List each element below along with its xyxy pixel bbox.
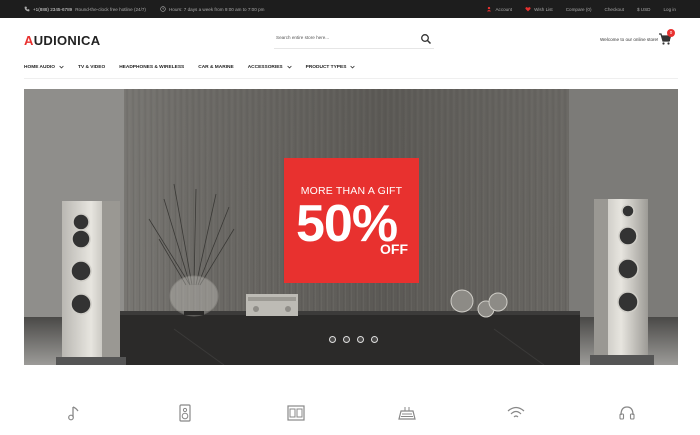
music-note-icon[interactable] <box>65 403 85 423</box>
main-nav: HOME AUDIO TV & VIDEO HEADPHONES & WIREL… <box>24 62 369 72</box>
nav-label: HOME AUDIO <box>24 64 56 70</box>
wishlist-label: Wish List <box>534 6 553 12</box>
hours-info: Hours: 7 days a week from 9:00 am to 7:0… <box>160 6 265 12</box>
nav-item-car-marine[interactable]: CAR & MARINE <box>198 65 233 70</box>
nav-label: CAR & MARINE <box>198 64 234 70</box>
logo-text: UDIONICA <box>33 33 101 48</box>
heart-icon <box>525 7 531 12</box>
slider-dot-1[interactable] <box>329 336 336 343</box>
search-form: Search entire store here... <box>274 30 434 49</box>
chevron-down-icon <box>350 65 356 69</box>
nav-divider <box>24 78 678 79</box>
promo-off: OFF <box>380 241 408 257</box>
user-icon <box>487 6 492 12</box>
wifi-icon[interactable] <box>506 403 526 423</box>
phone-number[interactable]: +1(888) 2345-6789 <box>33 7 72 12</box>
chevron-down-icon <box>59 65 64 69</box>
slider-pagination <box>329 336 378 343</box>
chevron-down-icon <box>286 65 292 69</box>
login-link[interactable]: Log in <box>663 7 676 12</box>
nav-label: HEADPHONES & WIRELESS <box>119 64 185 70</box>
currency-select[interactable]: $ USD <box>637 7 651 12</box>
stereo-icon[interactable] <box>286 403 306 423</box>
promo-banner[interactable]: MORE THAN A GIFT 50% OFF <box>284 158 419 283</box>
search-underline <box>274 48 434 49</box>
nav-item-accessories[interactable]: ACCESSORIES <box>248 65 292 70</box>
clock-icon <box>160 6 166 12</box>
nav-item-headphones-wireless[interactable]: HEADPHONES & WIRELESS <box>119 65 184 70</box>
speaker-icon[interactable] <box>175 403 195 423</box>
slider-dot-4[interactable] <box>371 336 378 343</box>
nav-label: PRODUCT TYPES <box>305 64 347 70</box>
search-icon[interactable] <box>420 33 432 45</box>
phone-info: +1(888) 2345-6789 Round-the-clock free h… <box>24 6 146 12</box>
phone-icon <box>24 6 30 12</box>
keyboard-icon[interactable] <box>397 403 417 423</box>
nav-item-home-audio[interactable]: HOME AUDIO <box>24 65 64 70</box>
headphones-icon[interactable] <box>617 403 637 423</box>
search-input[interactable]: Search entire store here... <box>276 35 329 40</box>
nav-item-product-types[interactable]: PRODUCT TYPES <box>306 65 356 70</box>
top-bar: +1(888) 2345-6789 Round-the-clock free h… <box>0 0 700 18</box>
slider-dot-3[interactable] <box>357 336 364 343</box>
account-label: Account <box>495 6 513 12</box>
nav-label: TV & VIDEO <box>78 64 106 70</box>
cart-count-badge: 0 <box>667 29 675 37</box>
logo[interactable]: AUDIONICA <box>24 33 100 48</box>
wishlist-link[interactable]: Wish List <box>525 6 553 12</box>
checkout-link[interactable]: Checkout <box>605 7 624 12</box>
nav-label: ACCESSORIES <box>247 64 283 70</box>
nav-item-tv-video[interactable]: TV & VIDEO <box>78 65 105 70</box>
store-hours: Hours: 7 days a week from 9:00 am to 7:0… <box>168 6 265 12</box>
welcome-message: Welcome to our online store! <box>600 37 659 42</box>
compare-link[interactable]: Compare (0) <box>566 7 592 12</box>
logo-letter-a: A <box>24 33 34 48</box>
account-link[interactable]: Account <box>486 6 512 12</box>
slider-dot-2[interactable] <box>343 336 350 343</box>
phone-note: Round-the-clock free hotline (24/7) <box>75 6 146 12</box>
